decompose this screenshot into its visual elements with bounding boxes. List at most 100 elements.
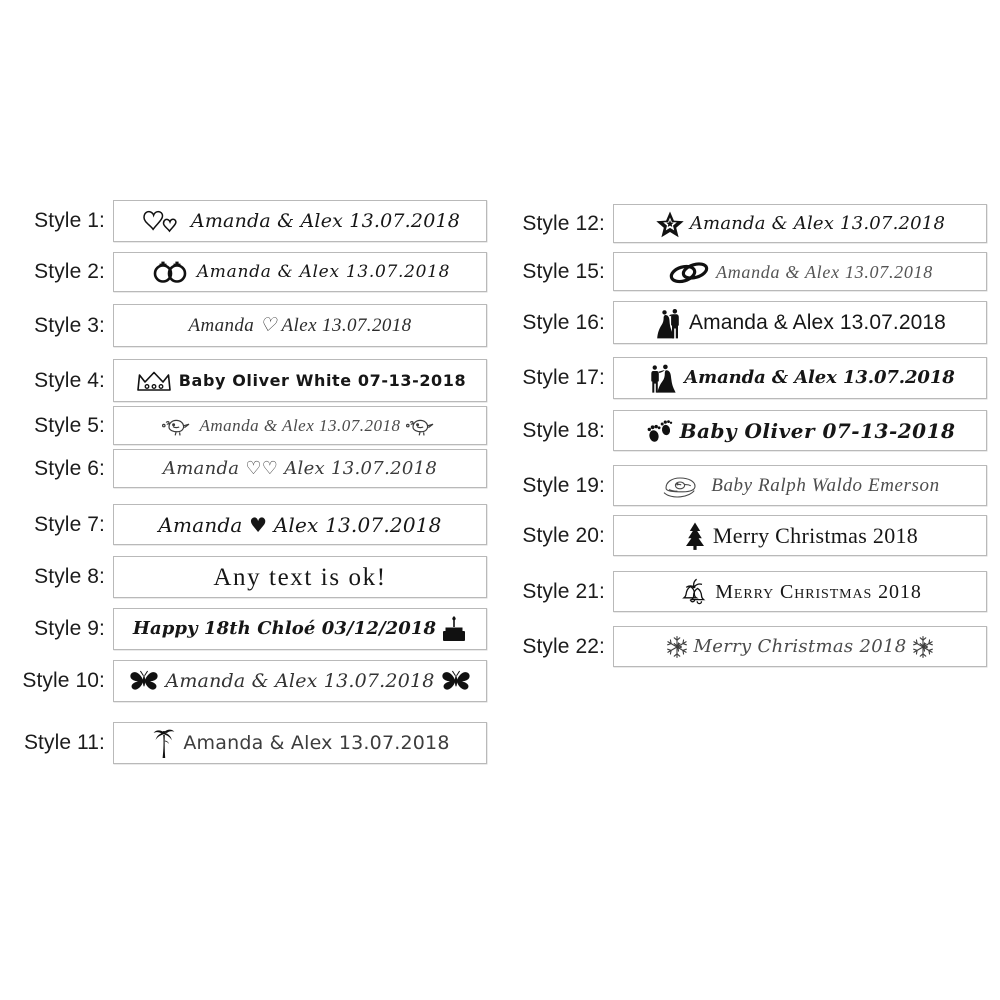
style-label: Style 19: <box>522 473 605 497</box>
style-row: Style 21: Merry Christmas 2018 <box>500 571 987 612</box>
engraving-preview-box[interactable]: Baby Ralph Waldo Emerson <box>613 465 987 506</box>
engraving-text: Amanda & Alex 13.07.2018 <box>190 209 461 232</box>
engraving-text: Amanda ♡ Alex 13.07.2018 <box>188 315 412 336</box>
engraving-preview-box[interactable]: Amanda & Alex 13.07.2018 <box>113 252 487 292</box>
engraving-text: Baby Oliver 07-13-2018 <box>679 418 956 443</box>
engraving-preview-box[interactable]: Amanda ♥ Alex 13.07.2018 <box>113 504 487 545</box>
style-label: Style 4: <box>34 368 105 392</box>
style-label: Style 9: <box>34 617 105 640</box>
engraving-content: Merry Christmas 2018 <box>665 635 936 659</box>
star-icon <box>655 210 685 238</box>
engraving-content: Any text is ok! <box>213 565 386 590</box>
engraving-preview-box[interactable]: Amanda & Alex 13.07.2018 <box>613 357 987 399</box>
style-label: Style 6: <box>34 456 105 480</box>
engraving-content: Happy 18th Chloé 03/12/2018 <box>133 615 467 643</box>
style-label: Style 18: <box>522 418 605 442</box>
bird-icon <box>162 415 194 437</box>
style-row: Style 11: Amanda & Alex 13.07.2018 <box>0 722 487 764</box>
engraving-content: Merry Christmas 2018 <box>682 521 918 551</box>
engraving-preview-box[interactable]: Baby Oliver White 07-13-2018 <box>113 359 487 402</box>
engraving-content: Amanda & Alex 13.07.2018 <box>667 260 933 284</box>
engraving-style-chart: Style 1: Amanda & Alex 13.07.2018 Style 2:… <box>0 0 1000 1000</box>
style-row: Style 8: Any text is ok! <box>0 556 487 598</box>
style-row: Style 1: Amanda & Alex 13.07.2018 <box>0 200 487 242</box>
christmas-tree-icon <box>682 521 708 551</box>
engraving-preview-box[interactable]: Amanda & Alex 13.07.2018 <box>113 200 487 242</box>
engraving-content: Amanda & Alex 13.07.2018 <box>645 362 955 394</box>
engraving-preview-box[interactable]: Amanda & Alex 13.07.2018 <box>613 301 987 344</box>
palm-tree-icon <box>150 726 178 760</box>
engraving-preview-box[interactable]: Amanda & Alex 13.07.2018 <box>113 406 487 445</box>
engraving-preview-box[interactable]: Amanda & Alex 13.07.2018 <box>113 722 487 764</box>
engraving-text: Amanda & Alex 13.07.2018 <box>196 261 451 282</box>
engraving-text: Amanda & Alex 13.07.2018 <box>689 212 946 234</box>
engraving-preview-box[interactable]: Amanda & Alex 13.07.2018 <box>613 252 987 291</box>
style-label: Style 17: <box>522 366 605 389</box>
engraving-text: Baby Oliver White 07-13-2018 <box>178 370 467 390</box>
style-label: Style 1: <box>34 209 105 232</box>
style-label: Style 21: <box>522 579 605 603</box>
engraving-text: Amanda & Alex 13.07.2018 <box>684 367 955 388</box>
style-row: Style 9: Happy 18th Chloé 03/12/2018 <box>0 608 487 650</box>
engraving-preview-box[interactable]: Amanda & Alex 13.07.2018 <box>613 204 987 243</box>
engraving-preview-box[interactable]: Merry Christmas 2018 <box>613 571 987 612</box>
engraving-content: Amanda & Alex 13.07.2018 <box>654 306 946 340</box>
engraving-text: Happy 18th Chloé 03/12/2018 <box>132 618 437 639</box>
engraving-text: Merry Christmas 2018 <box>712 522 919 548</box>
christmas-bells-icon <box>678 577 710 607</box>
style-label: Style 7: <box>34 512 105 536</box>
wedding-rings-icon <box>150 260 192 284</box>
sleeping-baby-icon <box>660 473 706 499</box>
engraving-text: Amanda ♥ Alex 13.07.2018 <box>158 512 442 537</box>
style-row: Style 15: Amanda & Alex 13.07.2018 <box>500 252 987 291</box>
engraving-content: Amanda & Alex 13.07.2018 <box>162 415 437 437</box>
engraving-content: Amanda ♥ Alex 13.07.2018 <box>158 515 441 535</box>
engraving-text: Amanda ♡♡ Alex 13.07.2018 <box>162 457 438 479</box>
style-row: Style 2: Amanda & Alex 13.07.2018 <box>0 252 487 292</box>
engraving-text: Amanda & Alex 13.07.2018 <box>183 731 450 754</box>
style-label: Style 16: <box>522 310 605 334</box>
engraving-preview-box[interactable]: Happy 18th Chloé 03/12/2018 <box>113 608 487 650</box>
engraving-preview-box[interactable]: Baby Oliver 07-13-2018 <box>613 410 987 451</box>
style-label: Style 20: <box>522 523 605 547</box>
engraving-text: Merry Christmas 2018 <box>693 635 907 657</box>
style-row: Style 17: Amanda & Alex 13.07.2018 <box>500 357 987 399</box>
style-label: Style 3: <box>34 313 105 337</box>
interlocked-rings-icon <box>667 260 711 284</box>
engraving-preview-box[interactable]: Merry Christmas 2018 <box>613 626 987 667</box>
engraving-content: Baby Oliver White 07-13-2018 <box>134 368 467 394</box>
engraving-content: Baby Oliver 07-13-2018 <box>645 418 956 444</box>
engraving-content: Amanda ♡ Alex 13.07.2018 <box>188 316 411 335</box>
engraving-preview-box[interactable]: Merry Christmas 2018 <box>613 515 987 556</box>
engraving-content: Amanda & Alex 13.07.2018 <box>128 669 471 693</box>
style-label: Style 11: <box>23 731 105 754</box>
style-row: Style 22: Merry Christmas 2018 <box>500 626 987 667</box>
engraving-text: Baby Ralph Waldo Emerson <box>711 475 940 496</box>
butterfly-icon <box>128 669 160 693</box>
engraving-content: Amanda & Alex 13.07.2018 <box>655 210 945 238</box>
dancing-couple-icon <box>645 362 679 394</box>
engraving-text: Amanda & Alex 13.07.2018 <box>716 261 933 282</box>
double-heart-outline-icon <box>140 208 186 234</box>
style-row: Style 19: Baby Ralph Waldo Emerson <box>500 465 987 506</box>
style-label: Style 2: <box>34 260 105 283</box>
snowflake-icon <box>665 635 689 659</box>
engraving-text: Any text is ok! <box>213 563 387 591</box>
engraving-content: Amanda & Alex 13.07.2018 <box>150 260 450 284</box>
style-row: Style 6: Amanda ♡♡ Alex 13.07.2018 <box>0 449 487 488</box>
style-row: Style 16: Amanda & Alex 13.07.2018 <box>500 301 987 344</box>
engraving-preview-box[interactable]: Amanda ♡♡ Alex 13.07.2018 <box>113 449 487 488</box>
engraving-preview-box[interactable]: Amanda ♡ Alex 13.07.2018 <box>113 304 487 347</box>
style-row: Style 4: Baby Oliver White 07-13-2018 <box>0 359 487 402</box>
style-row: Style 20: Merry Christmas 2018 <box>500 515 987 556</box>
engraving-text: Amanda & Alex 13.07.2018 <box>165 669 435 692</box>
baby-feet-icon <box>645 418 675 444</box>
style-row: Style 7: Amanda ♥ Alex 13.07.2018 <box>0 504 487 545</box>
engraving-preview-box[interactable]: Amanda & Alex 13.07.2018 <box>113 660 487 702</box>
style-row: Style 3: Amanda ♡ Alex 13.07.2018 <box>0 304 487 347</box>
engraving-text: Merry Christmas 2018 <box>715 580 922 603</box>
engraving-preview-box[interactable]: Any text is ok! <box>113 556 487 598</box>
engraving-content: Merry Christmas 2018 <box>678 577 921 607</box>
style-label: Style 10: <box>22 669 105 692</box>
style-label: Style 12: <box>522 211 605 235</box>
